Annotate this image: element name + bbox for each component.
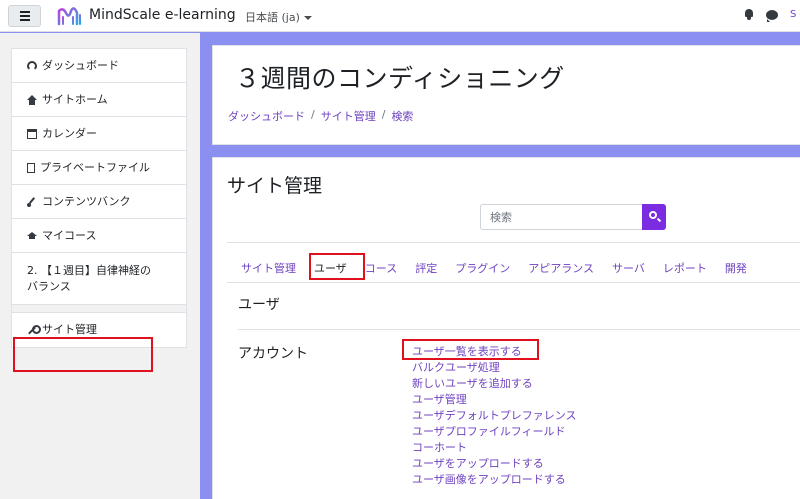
users-heading: ユーザ [238,297,280,313]
sidebar-item-course[interactable]: 2. 【１週目】自律神経の バランス [12,253,186,305]
link-user-profile-fields[interactable]: ユーザプロファイルフィールド [412,424,577,440]
caret-down-icon [303,16,312,20]
tabs-divider [227,282,800,283]
nav-divider [12,305,186,313]
hamburger-icon [19,11,30,13]
site-logo[interactable] [57,5,83,27]
navbar-icons: S [744,9,796,22]
search-button[interactable] [642,204,666,230]
highlight-box-browse-users [402,339,539,360]
search-icon [649,211,657,219]
tab-grades[interactable]: 評定 [415,260,437,276]
tab-server[interactable]: サーバ [612,260,645,276]
sidebar-item-label: サイト管理 [42,323,97,336]
top-navbar: MindScale e-learning 日本語 (ja) S [0,0,800,32]
breadcrumb-site-admin[interactable]: サイト管理 [321,108,376,124]
tab-plugins[interactable]: プラグイン [455,260,510,276]
link-cohorts[interactable]: コーホート [412,440,577,456]
sidebar-item-label: コンテンツバンク [42,194,131,208]
link-user-management[interactable]: ユーザ管理 [412,392,577,408]
user-menu-partial[interactable]: S [790,9,796,20]
link-bulk-user-actions[interactable]: バルクユーザ処理 [412,360,577,376]
link-upload-user-pictures[interactable]: ユーザ画像をアップロードする [412,472,577,488]
sidebar-item-label: 2. 【１週目】自律神経の バランス [27,263,151,293]
breadcrumb-search[interactable]: 検索 [391,108,413,124]
tab-site-admin[interactable]: サイト管理 [241,260,296,276]
sidebar-item-calendar[interactable]: カレンダー [12,117,186,151]
highlight-box-site-admin [13,337,153,372]
page-title: ３週間のコンディショニング [235,64,565,93]
highlight-box-users-tab [309,253,365,280]
wrench-icon [27,325,41,335]
sidebar-item-my-courses[interactable]: マイコース [12,219,186,253]
breadcrumb-dashboard[interactable]: ダッシュボード [228,108,305,124]
nav-list: ダッシュボード サイトホーム カレンダー プライベートファイル コンテンツバンク… [11,48,187,348]
breadcrumb-separator: / [381,108,386,121]
tab-appearance[interactable]: アピアランス [528,260,594,276]
link-upload-users[interactable]: ユーザをアップロードする [412,456,577,472]
sidebar-item-label: サイトホーム [42,92,108,106]
language-menu[interactable]: 日本語 (ja) [245,9,312,25]
breadcrumb: ダッシュボード / サイト管理 / 検索 [228,108,413,124]
sidebar-item-private-files[interactable]: プライベートファイル [12,151,186,185]
sidebar-item-content-bank[interactable]: コンテンツバンク [12,185,186,219]
nav-drawer: ダッシュボード サイトホーム カレンダー プライベートファイル コンテンツバンク… [0,33,200,499]
page-header: ３週間のコンディショニング ダッシュボード / サイト管理 / 検索 [212,45,800,145]
drawer-toggle-button[interactable] [8,5,41,27]
main-content: サイト管理 サイト管理 ユーザ コース 評定 プラグイン アピアランス サーバ … [212,157,800,499]
sidebar-item-label: カレンダー [42,126,97,140]
sidebar-item-label: マイコース [42,228,97,242]
tab-reports[interactable]: レポート [663,260,707,276]
home-icon [27,94,37,105]
link-add-new-user[interactable]: 新しいユーザを追加する [412,376,577,392]
sidebar-item-label: プライベートファイル [40,160,150,174]
sidebar-item-site-home[interactable]: サイトホーム [12,83,186,117]
link-user-default-preferences[interactable]: ユーザデフォルトプレファレンス [412,408,577,424]
tab-courses[interactable]: コース [365,260,397,276]
graduation-cap-icon [27,231,37,241]
dashboard-icon [27,60,37,71]
message-icon[interactable] [766,9,778,22]
language-label: 日本語 (ja) [245,11,300,24]
site-name[interactable]: MindScale e-learning [89,7,236,23]
account-heading: アカウント [238,346,308,362]
calendar-icon [27,128,37,139]
account-links: ユーザ一覧を表示する バルクユーザ処理 新しいユーザを追加する ユーザ管理 ユー… [412,344,577,488]
divider [227,242,800,243]
breadcrumb-separator: / [311,108,315,121]
section-divider [238,329,800,330]
notification-bell-icon[interactable] [744,9,754,20]
sidebar-item-dashboard[interactable]: ダッシュボード [12,49,186,83]
tab-development[interactable]: 開発 [725,260,747,276]
file-icon [27,162,35,173]
section-title: サイト管理 [227,175,323,197]
paintbrush-icon [27,197,37,207]
admin-search-input[interactable] [480,204,643,230]
sidebar-item-label: ダッシュボード [42,58,119,72]
